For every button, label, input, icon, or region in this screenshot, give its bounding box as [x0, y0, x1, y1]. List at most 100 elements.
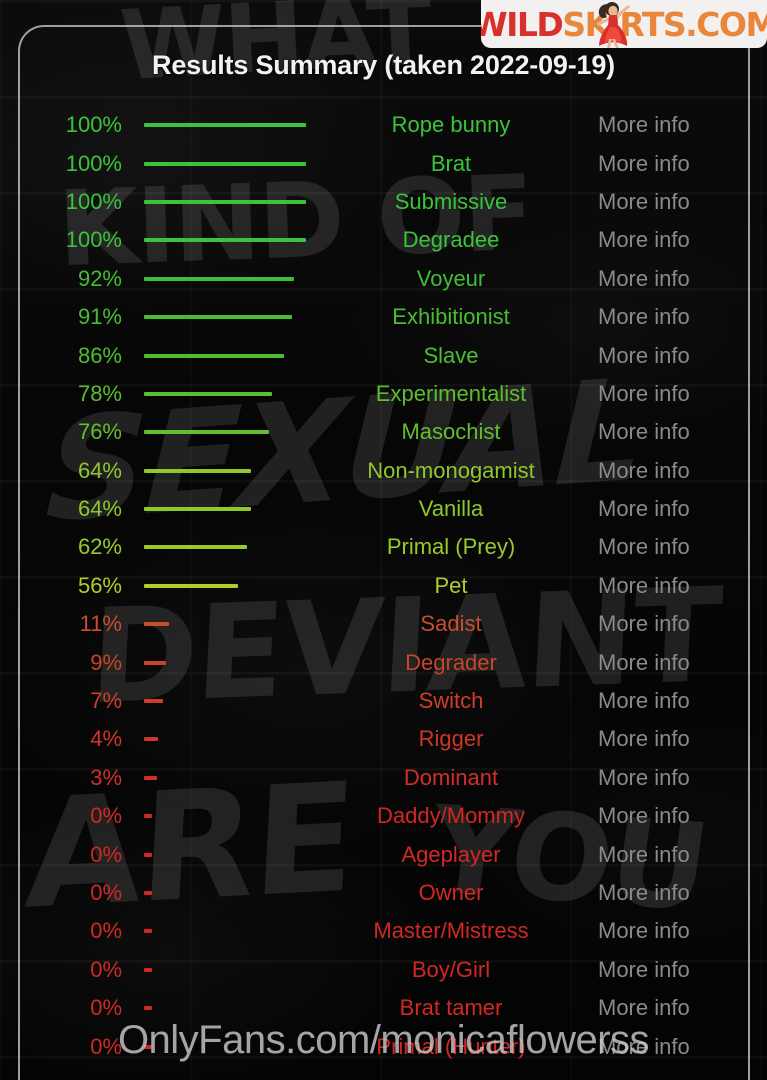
more-info-link[interactable]: More info: [580, 189, 744, 215]
result-bar-cell: [122, 737, 322, 742]
more-info-link[interactable]: More info: [580, 611, 744, 637]
more-info-link[interactable]: More info: [580, 381, 744, 407]
result-row: 100% Submissive More info: [24, 183, 744, 221]
page-title: Results Summary (taken 2022-09-19): [152, 50, 615, 80]
result-bar-cell: [122, 1006, 322, 1011]
more-info-link[interactable]: More info: [580, 803, 744, 829]
result-row: 92% Voyeur More info: [24, 260, 744, 298]
result-row: 78% Experimentalist More info: [24, 375, 744, 413]
result-bar-cell: [122, 430, 322, 435]
more-info-link[interactable]: More info: [580, 842, 744, 868]
result-bar: [144, 929, 152, 934]
result-bar-cell: [122, 622, 322, 627]
result-label: Slave: [423, 342, 479, 368]
result-bar: [144, 699, 163, 704]
result-label: Degrader: [405, 649, 497, 675]
result-bar: [144, 775, 157, 780]
more-info-link[interactable]: More info: [580, 458, 744, 484]
result-bar: [144, 660, 166, 665]
result-bar: [144, 315, 293, 320]
result-bar-cell: [122, 391, 322, 396]
result-label: Sadist: [420, 611, 482, 637]
result-bar-cell: [122, 775, 322, 780]
result-label: Experimentalist: [375, 380, 527, 406]
logo-part-1: WILD: [481, 4, 564, 44]
result-label: Daddy/Mommy: [377, 803, 525, 829]
result-label: Primal (Prey): [386, 534, 516, 560]
result-percent: 0%: [90, 918, 122, 944]
more-info-link[interactable]: More info: [580, 688, 744, 714]
result-bar-cell: [122, 507, 322, 512]
result-bar-cell: [122, 199, 322, 204]
result-label: Boy/Girl: [411, 956, 491, 982]
result-bar-cell: [122, 468, 322, 473]
more-info-link[interactable]: More info: [580, 573, 744, 599]
result-percent: 92%: [77, 265, 122, 291]
more-info-link[interactable]: More info: [580, 957, 744, 983]
result-bar: [144, 391, 273, 396]
result-percent: 7%: [90, 688, 122, 714]
more-info-link[interactable]: More info: [580, 765, 744, 791]
result-bar-cell: [122, 660, 322, 665]
result-bar: [144, 507, 251, 512]
result-percent: 100%: [65, 188, 122, 214]
result-percent: 0%: [90, 956, 122, 982]
result-percent: 9%: [90, 649, 122, 675]
result-row: 3% Dominant More info: [24, 759, 744, 797]
result-bar: [144, 353, 285, 358]
result-label: Dominant: [403, 764, 499, 790]
more-info-link[interactable]: More info: [580, 880, 744, 906]
results-summary-screen: WHAT KIND OF SEXUAL DEVIANT ARE YOU Resu…: [0, 0, 767, 1080]
more-info-link[interactable]: More info: [580, 266, 744, 292]
result-bar-cell: [122, 353, 322, 358]
more-info-link[interactable]: More info: [580, 227, 744, 253]
result-percent: 62%: [77, 534, 122, 560]
result-bar-cell: [122, 276, 322, 281]
result-bar: [144, 468, 251, 473]
result-bar: [144, 123, 306, 128]
result-row: 91% Exhibitionist More info: [24, 298, 744, 336]
result-bar: [144, 199, 306, 204]
result-percent: 11%: [79, 611, 122, 637]
result-bar: [144, 1006, 152, 1011]
result-bar-cell: [122, 699, 322, 704]
results-list: 100% Rope bunny More info 100% Brat More info…: [24, 106, 744, 1066]
result-bar: [144, 545, 248, 550]
result-bar: [144, 238, 306, 243]
result-percent: 91%: [77, 304, 122, 330]
result-bar-cell: [122, 852, 322, 857]
result-label: Non-monogamist: [367, 457, 535, 483]
more-info-link[interactable]: More info: [580, 112, 744, 138]
result-row: 4% Rigger More info: [24, 720, 744, 758]
more-info-link[interactable]: More info: [580, 534, 744, 560]
more-info-link[interactable]: More info: [580, 151, 744, 177]
result-row: 0% Daddy/Mommy More info: [24, 797, 744, 835]
result-bar: [144, 852, 152, 857]
more-info-link[interactable]: More info: [580, 419, 744, 445]
result-percent: 86%: [77, 342, 122, 368]
result-bar: [144, 622, 169, 627]
result-percent: 0%: [90, 803, 122, 829]
result-percent: 100%: [65, 112, 122, 138]
result-row: 86% Slave More info: [24, 336, 744, 374]
more-info-link[interactable]: More info: [580, 496, 744, 522]
result-bar-cell: [122, 814, 322, 819]
more-info-link[interactable]: More info: [580, 304, 744, 330]
more-info-link[interactable]: More info: [580, 343, 744, 369]
result-row: 0% Master/Mistress More info: [24, 912, 744, 950]
more-info-link[interactable]: More info: [580, 726, 744, 752]
result-bar: [144, 276, 294, 281]
result-row: 100% Rope bunny More info: [24, 106, 744, 144]
more-info-link[interactable]: More info: [580, 918, 744, 944]
result-bar: [144, 814, 152, 819]
more-info-link[interactable]: More info: [580, 650, 744, 676]
result-label: Vanilla: [418, 496, 484, 522]
result-percent: 64%: [77, 457, 122, 483]
result-percent: 0%: [90, 841, 122, 867]
result-percent: 56%: [77, 572, 122, 598]
result-percent: 4%: [90, 726, 122, 752]
result-bar-cell: [122, 967, 322, 972]
result-percent: 3%: [90, 764, 122, 790]
result-label: Owner: [418, 880, 484, 905]
result-bar-cell: [122, 238, 322, 243]
